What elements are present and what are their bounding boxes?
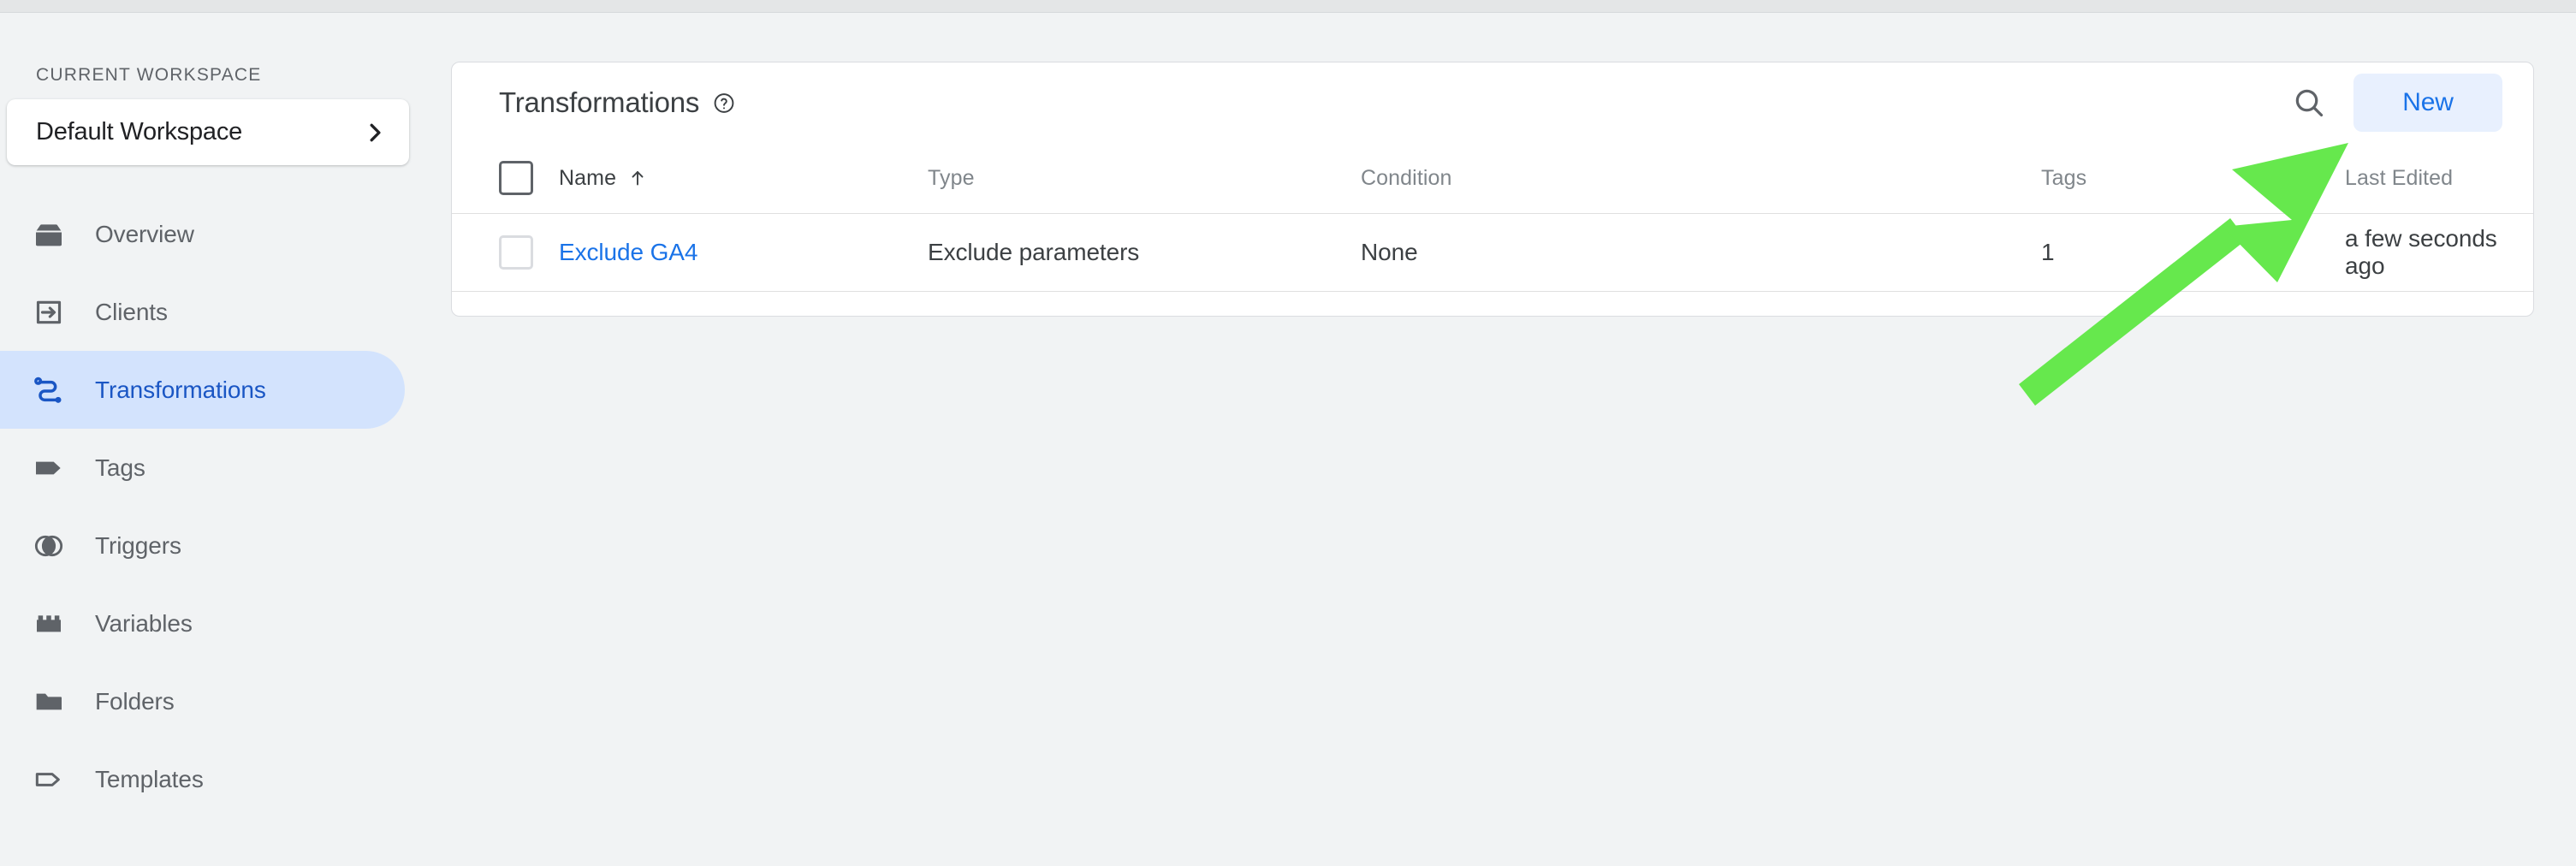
tag-filled-icon: [31, 450, 67, 486]
sidebar-item-label: Transformations: [95, 376, 266, 403]
cell-last-edited: a few seconds ago: [2345, 225, 2497, 279]
column-header-tags[interactable]: Tags: [2041, 166, 2345, 191]
sidebar-nav: Overview Clients Transformations Tags Tr…: [0, 195, 451, 818]
column-header-name[interactable]: Name: [559, 166, 928, 191]
sidebar-item-label: Templates: [95, 765, 204, 792]
transformation-name-link[interactable]: Exclude GA4: [559, 239, 697, 266]
sidebar-item-clients[interactable]: Clients: [0, 273, 451, 351]
sidebar-item-label: Variables: [95, 609, 193, 637]
cell-condition: None: [1361, 239, 1418, 265]
new-button[interactable]: New: [2353, 74, 2502, 132]
transformations-table: Name Type Condition Tags Last Edited Exc…: [452, 143, 2533, 292]
folder-filled-icon: [31, 684, 67, 720]
chevron-right-icon: [363, 121, 387, 145]
table-header-row: Name Type Condition Tags Last Edited: [452, 143, 2533, 213]
workspace-selector[interactable]: Default Workspace: [7, 99, 409, 165]
sidebar-item-folders[interactable]: Folders: [0, 662, 451, 740]
page-title: Transformations: [499, 86, 700, 118]
template-outline-icon: [31, 762, 67, 798]
sidebar-item-label: Triggers: [95, 531, 181, 559]
select-all-checkbox[interactable]: [499, 161, 533, 195]
sidebar-item-templates[interactable]: Templates: [0, 740, 451, 818]
sidebar-item-variables[interactable]: Variables: [0, 584, 451, 662]
column-header-condition[interactable]: Condition: [1361, 166, 2041, 191]
card-header: Transformations New: [452, 62, 2533, 143]
current-workspace-label: CURRENT WORKSPACE: [36, 65, 262, 85]
sidebar-item-label: Folders: [95, 687, 175, 715]
sidebar-item-overview[interactable]: Overview: [0, 195, 451, 273]
table-row[interactable]: Exclude GA4 Exclude parameters None 1 a …: [452, 213, 2533, 292]
search-icon[interactable]: [2283, 77, 2335, 128]
row-select-checkbox[interactable]: [499, 235, 533, 270]
cell-type: Exclude parameters: [928, 239, 1140, 265]
workspace-name: Default Workspace: [36, 118, 243, 145]
triggers-circles-icon: [31, 528, 67, 564]
transformations-path-icon: [31, 372, 67, 408]
sidebar-item-label: Overview: [95, 220, 194, 247]
help-circle-icon[interactable]: [713, 92, 735, 114]
sort-ascending-arrow-icon: [627, 168, 648, 188]
sidebar-item-tags[interactable]: Tags: [0, 429, 451, 507]
sidebar-item-transformations[interactable]: Transformations: [0, 351, 405, 429]
sidebar: CURRENT WORKSPACE Default Workspace Over…: [0, 14, 451, 866]
sidebar-item-triggers[interactable]: Triggers: [0, 507, 451, 584]
sidebar-item-label: Tags: [95, 454, 145, 481]
overview-box-icon: [31, 216, 67, 252]
column-header-last-edited[interactable]: Last Edited: [2345, 166, 2502, 191]
sidebar-item-label: Clients: [95, 298, 168, 325]
cell-tags: 1: [2041, 239, 2055, 265]
window-top-strip: [0, 0, 2576, 13]
column-header-type[interactable]: Type: [928, 166, 1361, 191]
transformations-card: Transformations New Name Type Condition …: [451, 62, 2534, 317]
clients-arrow-in-icon: [31, 294, 67, 330]
cell-name: Exclude GA4: [559, 239, 928, 266]
variables-block-icon: [31, 606, 67, 642]
